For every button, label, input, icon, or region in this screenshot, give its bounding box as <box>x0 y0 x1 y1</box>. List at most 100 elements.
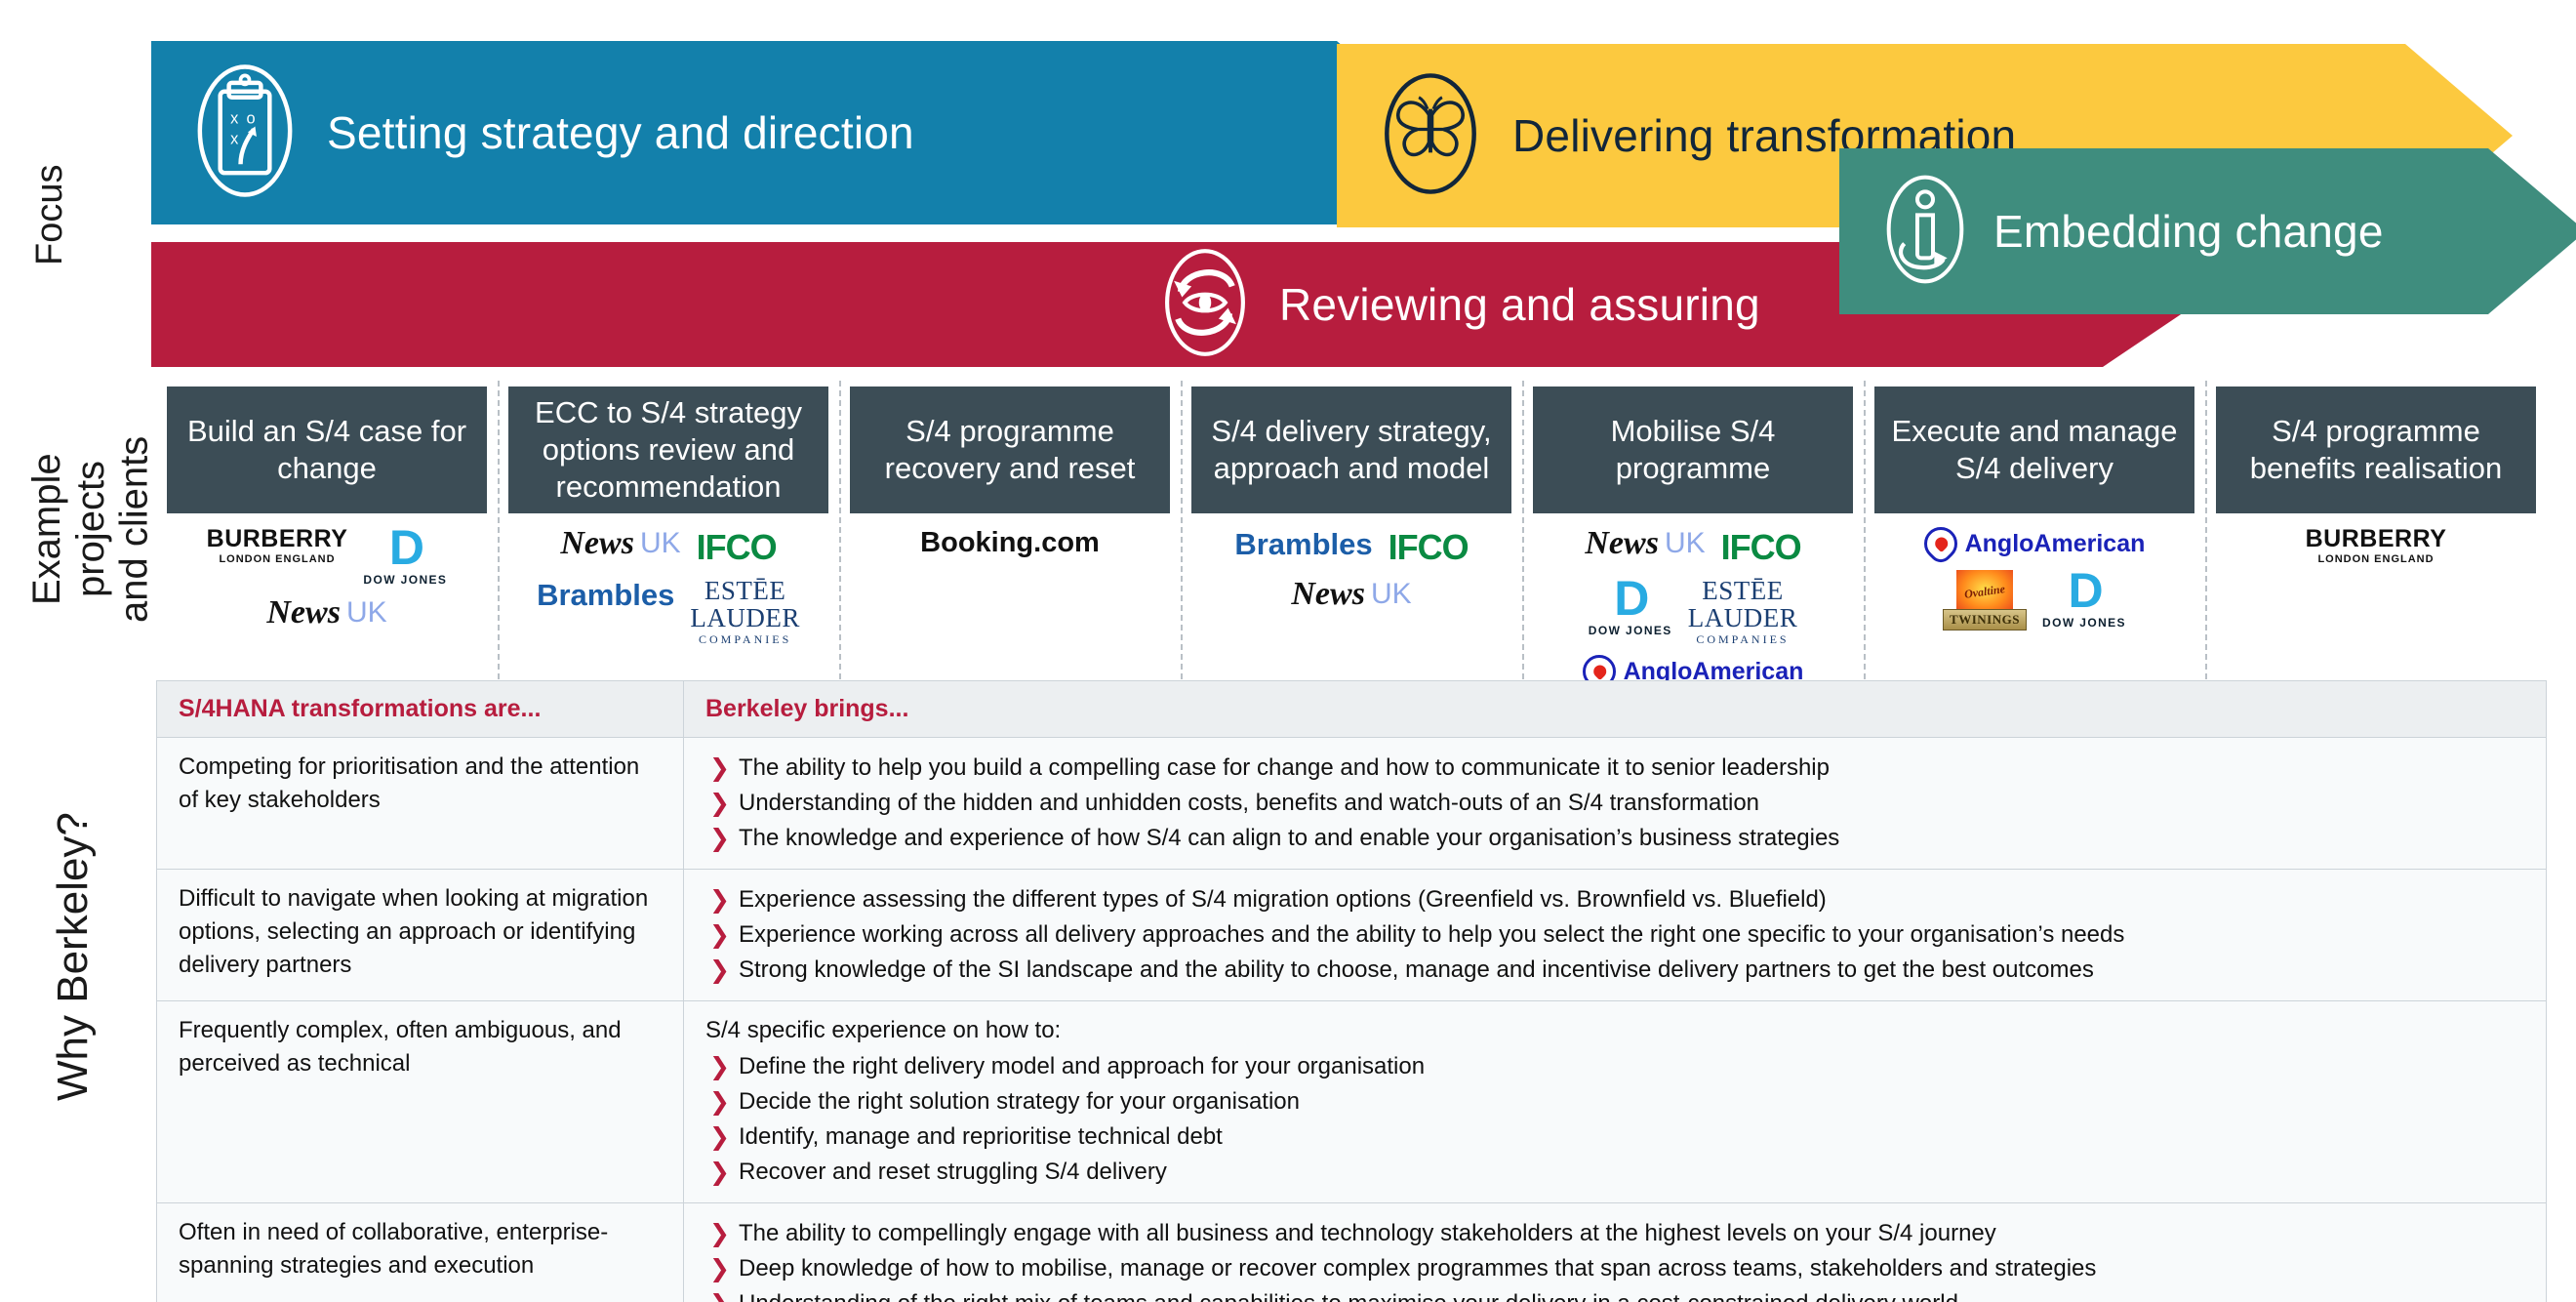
table-cell-response: S/4 specific experience on how to: ❯ Defi… <box>683 999 2547 1204</box>
table-header-transformations: S/4HANA transformations are... <box>156 680 684 738</box>
project-box[interactable]: ECC to S/4 strategy options review and r… <box>508 387 828 513</box>
list-item: ❯ Strong knowledge of the SI landscape an… <box>705 953 2524 988</box>
ovaltine-mark: Ovaltine <box>1956 570 2014 613</box>
bullet-list: ❯ Define the right delivery model and app… <box>705 1049 2524 1190</box>
list-item-text: Understanding of the hidden and unhidden… <box>739 790 1760 816</box>
news-uk-news: News <box>1291 576 1365 612</box>
project-box[interactable]: Execute and manage S/4 delivery <box>1874 387 2194 513</box>
project-box[interactable]: S/4 programme recovery and reset <box>850 387 1170 513</box>
project-box[interactable]: S/4 delivery strategy, approach and mode… <box>1191 387 1511 513</box>
svg-text:x: x <box>230 130 239 147</box>
burberry-wordmark: BURBERRY <box>2305 525 2447 552</box>
arrow-label-reviewing-assuring: Reviewing and assuring <box>1279 279 1760 330</box>
burberry-logo: BURBERRY LONDON ENGLAND <box>207 527 348 565</box>
brambles-logo: Brambles <box>537 578 675 612</box>
project-column: Execute and manage S/4 delivery <box>1864 381 2205 709</box>
bullet-list: ❯ The ability to help you build a compell… <box>705 751 2524 856</box>
project-column: S/4 delivery strategy, approach and mode… <box>1181 381 1522 709</box>
dow-jones-wordmark: DOW JONES <box>363 572 448 587</box>
table-cell-response: ❯ The ability to help you build a compell… <box>683 737 2547 870</box>
chevron-right-icon: ❯ <box>709 1053 730 1081</box>
list-item-text: Recover and reset struggling S/4 deliver… <box>739 1159 1167 1186</box>
client-logo-group: BURBERRY LONDON ENGLAND <box>2205 517 2547 673</box>
dow-jones-mark: D <box>1614 571 1649 626</box>
list-item-text: Strong knowledge of the SI landscape and… <box>739 956 2094 983</box>
ifco-logo: IFCO <box>696 527 778 567</box>
arrow-embedding-change[interactable]: Embedding change <box>1839 148 2576 314</box>
chevron-right-icon: ❯ <box>709 825 730 852</box>
table-header-row: S/4HANA transformations are... Berkeley … <box>156 680 2547 738</box>
news-uk-news: News <box>1585 525 1659 561</box>
list-item: ❯ Identify, manage and reprioritise techn… <box>705 1119 2524 1155</box>
news-uk-uk: UK <box>1664 527 1706 559</box>
project-column: Build an S/4 case for change <box>156 387 498 513</box>
project-column: S/4 programme recovery and reset <box>839 381 1181 709</box>
chevron-right-icon: ❯ <box>709 956 730 984</box>
dow-jones-mark: D <box>388 520 424 575</box>
chevron-right-icon: ❯ <box>709 1220 730 1248</box>
burberry-tagline: LONDON ENGLAND <box>2317 553 2435 565</box>
chevron-right-icon: ❯ <box>709 921 730 949</box>
arrow-label-embedding-change: Embedding change <box>1993 206 2384 257</box>
table-cell-issue: Competing for prioritisation and the att… <box>156 737 684 870</box>
list-item: ❯ Deep knowledge of how to mobilise, mana… <box>705 1251 2524 1286</box>
estee-line3: COMPANIES <box>1696 632 1790 647</box>
list-item-text: Understanding of the right mix of teams … <box>739 1290 1958 1302</box>
news-uk-news: News <box>560 525 634 561</box>
project-box[interactable]: S/4 programme benefits realisation <box>2216 387 2536 513</box>
row-label-example-projects: Example projects and clients <box>25 435 156 623</box>
focus-arrow-band: x o x Setting strategy and direction Del… <box>0 0 2576 381</box>
svg-text:x: x <box>230 109 239 127</box>
client-logo-group: News UK IFCO D DOW JONES ESTĒE LAUDER COM… <box>1522 517 1864 696</box>
client-logo-group: News UK IFCO Brambles ESTĒE LAUDER COMPAN… <box>498 517 839 673</box>
list-lead-text: S/4 specific experience on how to: <box>705 1017 1062 1043</box>
list-item: ❯ Understanding of the right mix of teams… <box>705 1286 2524 1302</box>
table-cell-response: ❯ Experience assessing the different type… <box>683 869 2547 1001</box>
booking-com-logo: Booking.com <box>920 527 1100 558</box>
list-item-text: Experience assessing the different types… <box>739 886 1827 913</box>
news-uk-logo: News UK <box>1291 578 1411 611</box>
table-cell-issue: Difficult to navigate when looking at mi… <box>156 869 684 1001</box>
chevron-right-icon: ❯ <box>709 1159 730 1187</box>
estee-line1: ESTĒE <box>1702 576 1784 605</box>
burberry-logo: BURBERRY LONDON ENGLAND <box>2306 527 2447 565</box>
news-uk-uk: UK <box>345 595 387 629</box>
list-item-text: Deep knowledge of how to mobilise, manag… <box>739 1255 2097 1282</box>
brambles-logo: Brambles <box>1234 527 1373 561</box>
chevron-right-icon: ❯ <box>709 886 730 914</box>
project-column: Mobilise S/4 programme <box>1522 381 1864 709</box>
project-box[interactable]: Build an S/4 case for change <box>167 387 487 513</box>
dow-jones-logo: D DOW JONES <box>1588 571 1672 637</box>
chevron-right-icon: ❯ <box>709 1123 730 1152</box>
chevron-right-icon: ❯ <box>709 790 730 817</box>
estee-lauder-logo: ESTĒE LAUDER COMPANIES <box>1688 576 1798 647</box>
table-cell-response: ❯ The ability to compellingly engage with… <box>683 1202 2547 1302</box>
dow-jones-mark: D <box>2068 563 2103 618</box>
news-uk-logo: News UK <box>266 595 387 630</box>
list-item-text: Experience working across all delivery a… <box>739 921 2125 948</box>
anglo-american-logo: AngloAmerican <box>1916 519 2145 568</box>
news-uk-uk: UK <box>1370 578 1412 610</box>
client-logo-group: BURBERRY LONDON ENGLAND D DOW JONES News… <box>156 517 498 673</box>
chevron-right-icon: ❯ <box>709 1286 730 1302</box>
list-item: ❯ The ability to compellingly engage with… <box>705 1216 2524 1251</box>
dow-jones-wordmark: DOW JONES <box>2042 615 2126 630</box>
arrow-label-setting-strategy: Setting strategy and direction <box>327 107 914 158</box>
svg-text:o: o <box>246 109 255 127</box>
table-cell-issue: Frequently complex, often ambiguous, and… <box>156 999 684 1204</box>
project-column: ECC to S/4 strategy options review and r… <box>498 381 839 709</box>
client-logo-group: Brambles IFCO News UK <box>1181 517 1522 673</box>
list-item-text: The ability to help you build a compelli… <box>739 754 1830 781</box>
dow-jones-wordmark: DOW JONES <box>1588 623 1672 637</box>
list-item-text: Decide the right solution strategy for y… <box>739 1088 1300 1116</box>
bullet-list: ❯ The ability to compellingly engage with… <box>705 1216 2524 1302</box>
arrow-setting-strategy[interactable]: x o x Setting strategy and direction <box>151 41 1444 224</box>
news-uk-uk: UK <box>639 527 681 559</box>
list-item: ❯ The ability to help you build a compell… <box>705 751 2524 786</box>
burberry-tagline: LONDON ENGLAND <box>219 553 336 565</box>
list-item: ❯ The knowledge and experience of how S/4… <box>705 821 2524 856</box>
project-box[interactable]: Mobilise S/4 programme <box>1533 387 1853 513</box>
butterfly-icon <box>1378 65 1483 207</box>
chevron-right-icon: ❯ <box>709 1088 730 1117</box>
estee-line3: COMPANIES <box>699 632 792 647</box>
